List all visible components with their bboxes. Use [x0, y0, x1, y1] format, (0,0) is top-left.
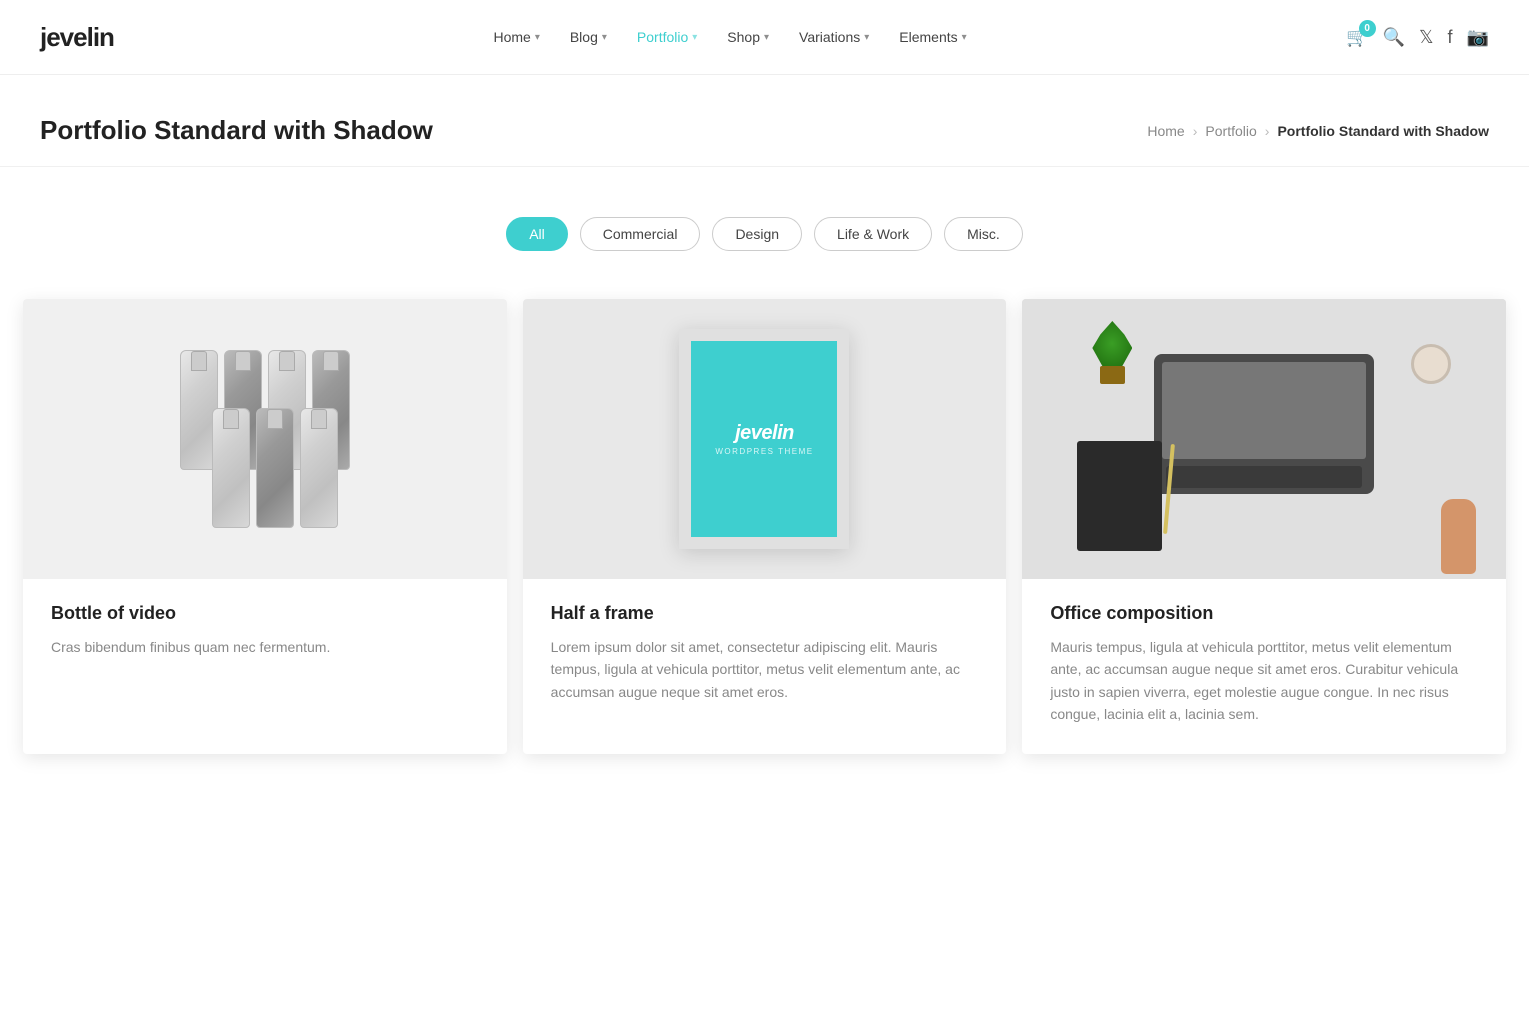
portfolio-card-bottles: Bottle of video Cras bibendum finibus qu…	[23, 299, 507, 754]
breadcrumb: Home › Portfolio › Portfolio Standard wi…	[1147, 123, 1489, 139]
breadcrumb-sep-1: ›	[1193, 123, 1198, 139]
card-desc-bottles: Cras bibendum finibus quam nec fermentum…	[51, 636, 479, 658]
card-content-bottles: Bottle of video Cras bibendum finibus qu…	[23, 579, 507, 686]
nav-item-elements[interactable]: Elements ▾	[887, 23, 978, 51]
page-header-section: Portfolio Standard with Shadow Home › Po…	[0, 75, 1529, 167]
chevron-down-icon: ▾	[962, 32, 967, 43]
card-desc-frame: Lorem ipsum dolor sit amet, consectetur …	[551, 636, 979, 703]
card-title-office: Office composition	[1050, 603, 1478, 624]
portfolio-grid: Bottle of video Cras bibendum finibus qu…	[0, 291, 1529, 762]
notebook	[1077, 441, 1162, 551]
chevron-down-icon: ▾	[764, 32, 769, 43]
filter-all[interactable]: All	[506, 217, 568, 251]
filter-life-work[interactable]: Life & Work	[814, 217, 932, 251]
filter-bar: All Commercial Design Life & Work Misc.	[0, 167, 1529, 291]
laptop-keyboard	[1166, 466, 1362, 488]
office-scene	[1022, 299, 1506, 579]
chevron-down-icon: ▾	[602, 32, 607, 43]
coffee-cup	[1411, 344, 1451, 384]
search-icon[interactable]: 🔍	[1383, 27, 1405, 48]
facebook-icon[interactable]: f	[1448, 27, 1453, 48]
card-content-frame: Half a frame Lorem ipsum dolor sit amet,…	[523, 579, 1007, 731]
site-header: jevelin Home ▾ Blog ▾ Portfolio ▾ Shop ▾…	[0, 0, 1529, 75]
header-icons: 🛒 0 🔍 𝕏 f 📷	[1346, 27, 1489, 48]
instagram-icon[interactable]: 📷	[1467, 27, 1489, 48]
bottle-6	[256, 408, 294, 528]
frame-logo-text: jevelin	[735, 422, 794, 445]
card-title-frame: Half a frame	[551, 603, 979, 624]
twitter-icon[interactable]: 𝕏	[1419, 27, 1434, 48]
card-image-frame: jevelin WORDPRES THEME	[523, 299, 1007, 579]
frame-inner: jevelin WORDPRES THEME	[691, 341, 837, 537]
plant-pot	[1100, 366, 1125, 384]
filter-design[interactable]: Design	[712, 217, 802, 251]
breadcrumb-portfolio[interactable]: Portfolio	[1205, 123, 1256, 139]
breadcrumb-home[interactable]: Home	[1147, 123, 1184, 139]
bottle-5	[212, 408, 250, 528]
card-content-office: Office composition Mauris tempus, ligula…	[1022, 579, 1506, 754]
nav-item-variations[interactable]: Variations ▾	[787, 23, 881, 51]
chevron-down-icon: ▾	[864, 32, 869, 43]
frame-logo-sub: WORDPRES THEME	[715, 447, 813, 456]
plant-group	[1092, 321, 1132, 384]
plant-leaves	[1092, 321, 1132, 366]
chevron-down-icon: ▾	[535, 32, 540, 43]
nav-item-shop[interactable]: Shop ▾	[715, 23, 781, 51]
card-image-bottles	[23, 299, 507, 579]
card-image-office	[1022, 299, 1506, 579]
cart-icon[interactable]: 🛒 0	[1346, 27, 1368, 48]
bottle-7	[300, 408, 338, 528]
nav-item-portfolio[interactable]: Portfolio ▾	[625, 23, 709, 51]
card-title-bottles: Bottle of video	[51, 603, 479, 624]
nav-item-blog[interactable]: Blog ▾	[558, 23, 619, 51]
hand	[1441, 499, 1476, 574]
breadcrumb-current: Portfolio Standard with Shadow	[1277, 123, 1489, 139]
breadcrumb-sep-2: ›	[1265, 123, 1270, 139]
filter-commercial[interactable]: Commercial	[580, 217, 701, 251]
chevron-down-icon: ▾	[692, 32, 697, 43]
cart-badge: 0	[1359, 20, 1376, 37]
site-logo[interactable]: jevelin	[40, 22, 114, 53]
page-title: Portfolio Standard with Shadow	[40, 115, 433, 146]
laptop-screen	[1162, 362, 1366, 459]
frame-outer: jevelin WORDPRES THEME	[679, 329, 849, 549]
portfolio-card-office: Office composition Mauris tempus, ligula…	[1022, 299, 1506, 754]
main-nav: Home ▾ Blog ▾ Portfolio ▾ Shop ▾ Variati…	[481, 23, 978, 51]
portfolio-card-frame: jevelin WORDPRES THEME Half a frame Lore…	[523, 299, 1007, 754]
card-desc-office: Mauris tempus, ligula at vehicula portti…	[1050, 636, 1478, 726]
filter-misc[interactable]: Misc.	[944, 217, 1023, 251]
laptop-body	[1154, 354, 1374, 494]
nav-item-home[interactable]: Home ▾	[481, 23, 551, 51]
